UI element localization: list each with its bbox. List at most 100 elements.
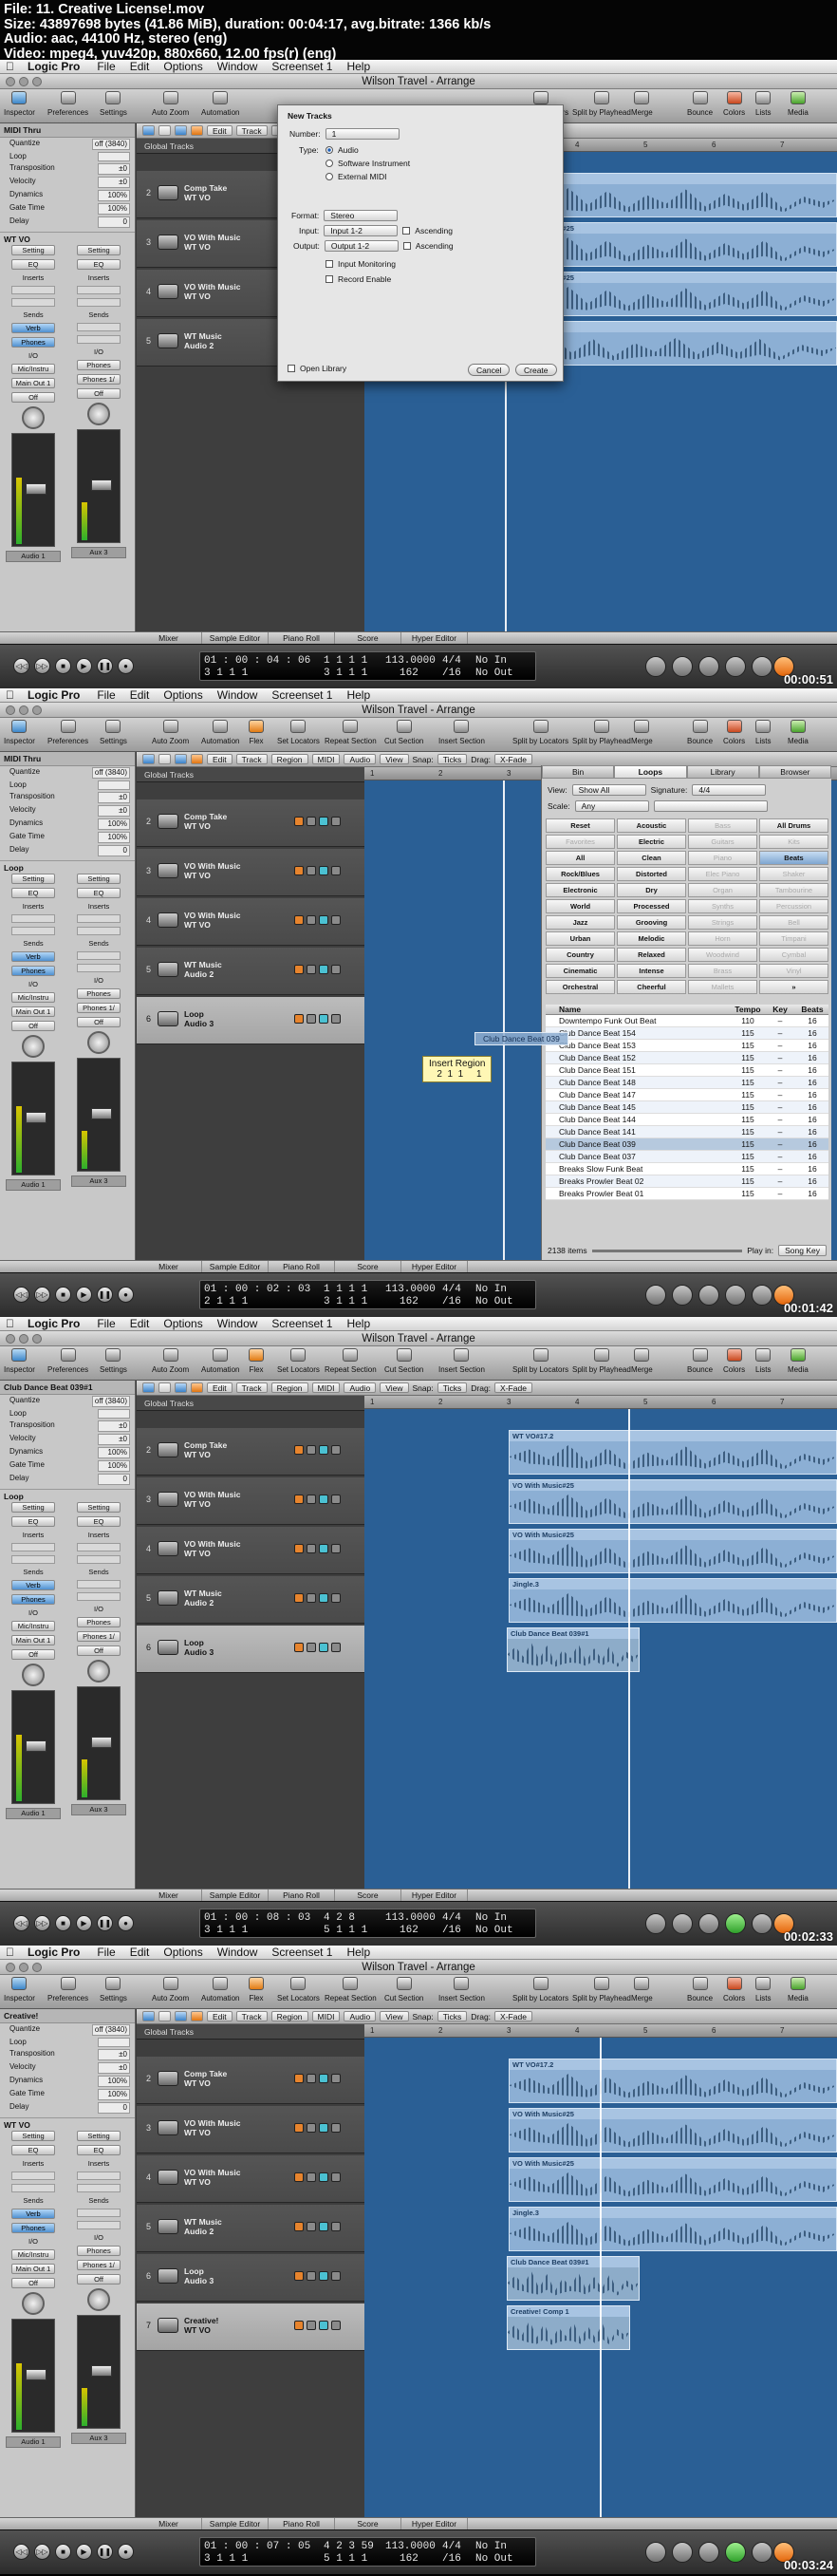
solo-icon[interactable] <box>331 2222 341 2231</box>
output-select[interactable]: Output 1-2 <box>324 240 399 252</box>
output-slot[interactable]: Main Out 1 <box>11 1006 55 1017</box>
toolbar-button[interactable]: Lists <box>755 720 771 745</box>
send-slot[interactable]: Phones <box>11 1594 55 1605</box>
insert-slot[interactable] <box>11 1555 55 1564</box>
transport-mode-icon[interactable] <box>752 656 772 677</box>
tool-icon[interactable] <box>142 754 155 764</box>
type-radio[interactable]: Audio <box>326 145 359 155</box>
transport-mode-icon[interactable] <box>725 2542 746 2563</box>
view-select[interactable]: Show All <box>571 784 646 796</box>
editor-tab[interactable]: Piano Roll <box>269 1261 335 1272</box>
input-monitor-icon[interactable] <box>319 1445 328 1455</box>
transport-mode-icon[interactable] <box>645 1285 666 1306</box>
drag-select[interactable]: X-Fade <box>494 2011 532 2021</box>
minimize-icon[interactable] <box>19 1963 28 1972</box>
output-slot[interactable]: Phones 1/ <box>77 1631 121 1642</box>
input-monitor-icon[interactable] <box>319 915 328 925</box>
toolbar-button[interactable]: Inspector <box>4 91 35 117</box>
menu-item[interactable]: File <box>97 1317 115 1330</box>
region-parameter[interactable]: Velocity ±0 <box>0 804 135 818</box>
automation-mode[interactable]: Off <box>11 1649 55 1660</box>
pan-knob[interactable] <box>87 2288 110 2311</box>
region[interactable]: VO With Music#25 <box>509 1479 837 1524</box>
send-slot[interactable] <box>77 1580 121 1589</box>
editor-tab[interactable]: Sample Editor <box>202 2518 269 2529</box>
solo-icon[interactable] <box>331 1445 341 1455</box>
track-header[interactable]: 3 VO With Music WT VO <box>137 1477 364 1525</box>
browser-tab[interactable]: Bin <box>542 765 615 779</box>
param-value[interactable]: 0 <box>98 216 130 228</box>
track-name[interactable]: WT Music Audio 2 <box>184 1589 222 1608</box>
record-icon[interactable]: ● <box>118 1915 134 1931</box>
region-parameter[interactable]: Velocity ±0 <box>0 1433 135 1446</box>
track-header[interactable]: 5 WT Music Audio 2 <box>137 1576 364 1624</box>
param-value[interactable]: 0 <box>98 845 130 856</box>
region-parameter[interactable]: Gate Time 100% <box>0 1459 135 1473</box>
toolbar-button[interactable]: Media <box>788 1977 809 2003</box>
transport-mode-icon[interactable] <box>645 1913 666 1934</box>
track-header[interactable]: 3 VO With Music WT VO <box>137 849 364 896</box>
insert-slot[interactable] <box>11 914 55 923</box>
insert-slot[interactable] <box>11 927 55 935</box>
zoom-icon[interactable] <box>32 77 42 86</box>
keyword-button[interactable]: Vinyl <box>759 964 828 978</box>
region-parameter[interactable]: Transposition ±0 <box>0 1420 135 1433</box>
local-menu[interactable]: MIDI <box>311 1382 341 1393</box>
toolbar-button[interactable]: Insert Section <box>438 720 485 745</box>
menu-item[interactable]: Options <box>163 1946 202 1959</box>
toolbar-button[interactable]: Split by Playhead <box>572 1977 631 2003</box>
editor-tab[interactable]: Sample Editor <box>202 1261 269 1272</box>
keyword-button[interactable]: Electronic <box>546 883 615 897</box>
toolbar-button[interactable]: Cut Section <box>384 1348 423 1374</box>
mute-icon[interactable] <box>307 2271 316 2281</box>
keyword-button[interactable]: Strings <box>688 915 757 930</box>
pan-knob[interactable] <box>22 1664 45 1686</box>
automation-mode[interactable]: Off <box>11 1021 55 1031</box>
region[interactable]: Jingle.3 <box>509 1578 837 1623</box>
close-icon[interactable] <box>6 1963 15 1972</box>
tool-icon[interactable] <box>191 754 203 764</box>
input-slot[interactable]: Mic/Instru <box>11 1621 55 1631</box>
play-icon[interactable]: ▶ <box>76 2544 92 2560</box>
volume-fader[interactable] <box>11 1690 55 1804</box>
record-enable-icon[interactable] <box>294 2074 304 2083</box>
local-menu[interactable]: Track <box>235 1382 268 1393</box>
param-value[interactable]: off (3840) <box>91 139 130 150</box>
toolbar-button[interactable]: Media <box>788 720 809 745</box>
local-menu[interactable]: Audio <box>344 2011 377 2021</box>
keyword-button[interactable]: Elec Piano <box>688 867 757 881</box>
toolbar-button[interactable]: Preferences <box>47 1348 88 1374</box>
insert-slot[interactable] <box>11 1543 55 1551</box>
insert-slot[interactable] <box>77 927 121 935</box>
output-slot[interactable]: Main Out 1 <box>11 2264 55 2274</box>
param-value[interactable]: ±0 <box>98 177 130 188</box>
tool-icon[interactable] <box>158 754 171 764</box>
toolbar-button[interactable]: Automation <box>201 1977 239 2003</box>
global-tracks-toggle[interactable]: Global Tracks <box>137 767 364 782</box>
toolbar-button[interactable]: Auto Zoom <box>152 91 189 117</box>
fader-cap[interactable] <box>26 1112 46 1123</box>
tool-icon[interactable] <box>158 2011 171 2021</box>
keyword-button[interactable]: Percussion <box>759 899 828 913</box>
track-header[interactable]: 2 Comp Take WT VO <box>137 2057 364 2104</box>
toolbar-button[interactable]: Auto Zoom <box>152 1977 189 2003</box>
keyword-button[interactable]: Timpani <box>759 931 828 946</box>
region-parameter[interactable]: Transposition ±0 <box>0 791 135 804</box>
keyword-button[interactable]: Brass <box>688 964 757 978</box>
region-parameter[interactable]: Dynamics 100% <box>0 1446 135 1459</box>
mute-icon[interactable] <box>307 1495 316 1504</box>
browser-tab[interactable]: Browser <box>758 765 831 779</box>
tool-icon[interactable] <box>142 125 155 136</box>
window-controls[interactable] <box>6 77 42 86</box>
stop-icon[interactable]: ■ <box>55 658 71 674</box>
editor-tab[interactable]: Piano Roll <box>269 1890 335 1901</box>
playhead[interactable] <box>503 780 505 1260</box>
insert-slot[interactable] <box>77 298 121 307</box>
local-menu[interactable]: Region <box>270 2011 308 2021</box>
eq-button[interactable]: EQ <box>77 2145 121 2155</box>
cancel-button[interactable]: Cancel <box>468 364 511 376</box>
transport-mode-icon[interactable] <box>752 1285 772 1306</box>
record-enable-icon[interactable] <box>294 2172 304 2182</box>
mute-icon[interactable] <box>307 1643 316 1652</box>
pause-icon[interactable]: ❚❚ <box>97 1915 113 1931</box>
